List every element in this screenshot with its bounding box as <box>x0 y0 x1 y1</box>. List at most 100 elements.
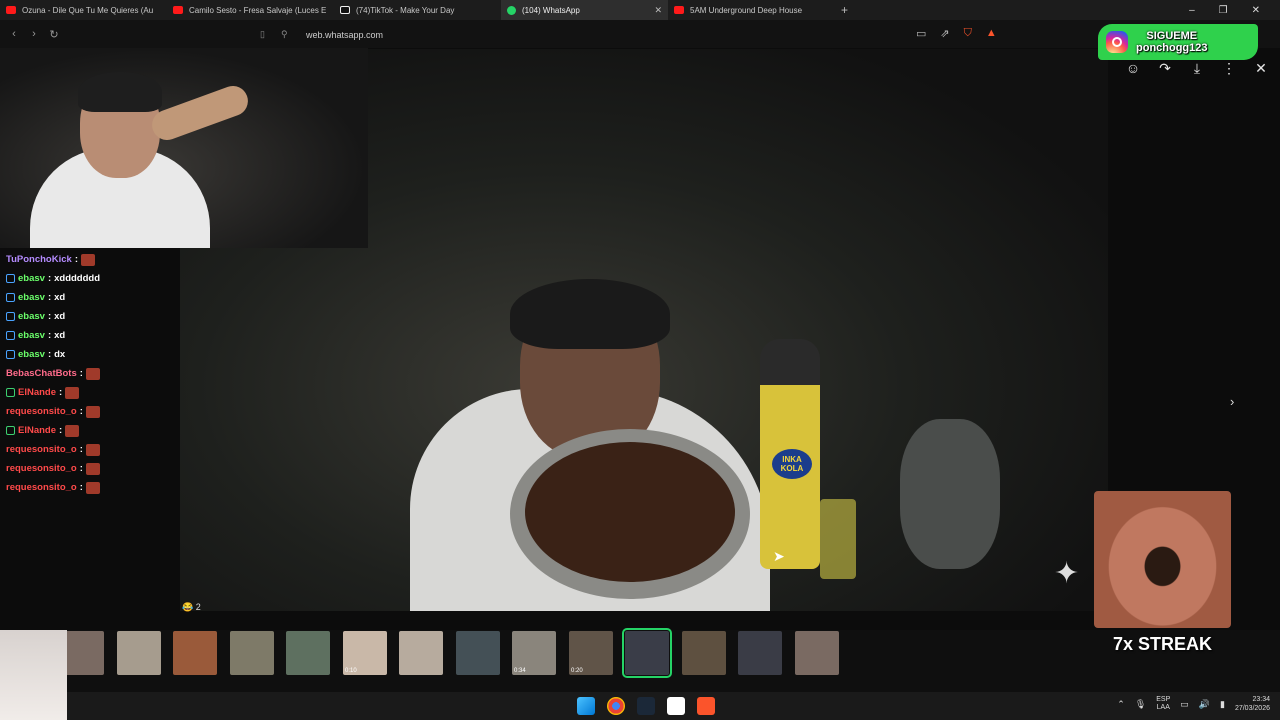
chat-message: TuPonchoKick: <box>6 250 176 269</box>
next-media-icon[interactable]: › <box>1230 394 1234 409</box>
chat-message: requesonsito_o: <box>6 440 176 459</box>
tab-title: Ozuna - Dile Que Tu Me Quieres (Au <box>22 5 154 15</box>
media-thumbnail[interactable] <box>117 631 161 675</box>
clock[interactable]: 23:34 27/03/2026 <box>1235 695 1270 713</box>
tab-close-icon[interactable]: ✕ <box>654 5 662 16</box>
browser-tab[interactable]: Ozuna - Dile Que Tu Me Quieres (Au <box>0 0 167 20</box>
chat-emote-icon <box>85 405 100 418</box>
promo-line1: SIGUEME <box>1146 30 1198 42</box>
media-thumbnail[interactable] <box>456 631 500 675</box>
close-window-button[interactable]: ✕ <box>1252 5 1260 16</box>
close-icon[interactable]: ✕ <box>1252 60 1270 77</box>
battery-icon[interactable]: ▮ <box>1220 699 1225 710</box>
forward-icon[interactable]: › <box>24 28 44 40</box>
media-thumbnail[interactable] <box>399 631 443 675</box>
media-thumbnail[interactable] <box>795 631 839 675</box>
browser-tab[interactable]: 5AM Underground Deep House <box>668 0 835 20</box>
more-options-icon[interactable]: ⋮ <box>1220 60 1238 77</box>
soda-glass <box>820 499 856 579</box>
reload-icon[interactable]: ↻ <box>44 28 64 41</box>
minimize-button[interactable]: – <box>1189 5 1195 16</box>
language-indicator[interactable]: ESP LAA <box>1156 696 1170 712</box>
chat-username: ebasv <box>18 330 45 341</box>
network-icon[interactable]: ▭ <box>1180 699 1189 710</box>
chat-badge-icon <box>6 350 15 359</box>
video-duration: 0:34 <box>514 668 526 674</box>
share-icon[interactable]: ⇗ <box>940 27 949 40</box>
download-icon[interactable]: ⤓ <box>1188 60 1206 77</box>
brave-icon[interactable] <box>697 697 715 715</box>
media-thumbnail[interactable]: 0:10 <box>343 631 387 675</box>
back-icon[interactable]: ‹ <box>4 28 24 40</box>
site-info-icon[interactable]: ⚲ <box>281 29 288 40</box>
chat-separator: : <box>79 482 83 493</box>
chat-emote-icon <box>85 367 100 380</box>
chat-emote-icon <box>65 424 80 437</box>
start-icon[interactable] <box>577 697 595 715</box>
chat-emote-icon <box>65 386 80 399</box>
chat-text: xd <box>54 330 66 341</box>
browser-tab[interactable]: Camilo Sesto - Fresa Salvaje (Luces E <box>167 0 334 20</box>
reaction-badge[interactable]: 😂 2 <box>182 602 201 613</box>
media-thumbnail[interactable] <box>738 631 782 675</box>
bottle-label: INKA KOLA <box>772 449 812 479</box>
chat-message: requesonsito_o: <box>6 459 176 478</box>
chat-username: requesonsito_o <box>6 482 77 493</box>
instagram-icon <box>1106 31 1128 53</box>
chat-emote-icon <box>85 481 100 494</box>
steam-icon[interactable] <box>637 697 655 715</box>
bookmark-icon[interactable]: ▯ <box>260 29 265 40</box>
video-duration: 0:10 <box>345 668 357 674</box>
chrome-icon[interactable] <box>607 697 625 715</box>
media-thumbnail[interactable] <box>230 631 274 675</box>
file-icon[interactable] <box>667 697 685 715</box>
media-thumbnail-strip: 0:10 0:34 0:20 <box>0 628 1280 692</box>
chat-emote-icon <box>80 253 95 266</box>
chat-username: ebasv <box>18 349 45 360</box>
chat-message: ebasv: xd <box>6 326 176 345</box>
chat-text: xddddddd <box>54 273 101 284</box>
browser-tab[interactable]: (74)TikTok - Make Your Day <box>334 0 501 20</box>
chocolate-cake <box>525 442 735 582</box>
url-field[interactable]: web.whatsapp.com <box>306 30 383 40</box>
tray-chevron-icon[interactable]: ⌃ <box>1117 699 1125 710</box>
chat-username: ebasv <box>18 292 45 303</box>
webcam-person-hair <box>78 72 162 112</box>
media-thumbnail[interactable] <box>622 628 672 678</box>
media-thumbnail[interactable] <box>173 631 217 675</box>
chat-separator: : <box>74 254 78 265</box>
microphone-icon[interactable]: 🎙 <box>1135 699 1146 710</box>
media-thumbnail[interactable]: 0:20 <box>569 631 613 675</box>
chat-message: ElNande: <box>6 421 176 440</box>
promo-handle: ponchogg123 <box>1136 42 1208 54</box>
media-thumbnail[interactable]: 0:34 <box>512 631 556 675</box>
chat-separator: : <box>47 330 52 341</box>
stream-chat: TuPonchoKick: ebasv: xddddddd ebasv: xd ebasv… <box>6 250 176 497</box>
brave-rewards-icon[interactable]: ▲ <box>986 27 997 40</box>
new-tab-button[interactable]: + <box>841 3 848 17</box>
chat-text: dx <box>54 349 66 360</box>
media-thumbnail[interactable] <box>286 631 330 675</box>
chat-badge-icon <box>6 293 15 302</box>
laughing-face-image <box>1094 491 1231 628</box>
chat-separator: : <box>47 273 52 284</box>
brave-shield-icon[interactable]: ⛉ <box>964 27 972 40</box>
forward-icon[interactable]: ↷ <box>1156 60 1174 77</box>
wedding-photo-overlay <box>0 630 67 720</box>
chat-badge-icon <box>6 331 15 340</box>
cast-icon[interactable]: ▭ <box>916 27 926 40</box>
browser-tab[interactable]: (104) WhatsApp ✕ <box>501 0 668 20</box>
restore-button[interactable]: ❐ <box>1219 5 1228 16</box>
chat-username: requesonsito_o <box>6 444 77 455</box>
window-controls: – ❐ ✕ <box>1189 0 1280 20</box>
chat-separator: : <box>47 349 52 360</box>
tiktok-icon <box>340 6 350 14</box>
youtube-icon <box>173 6 183 14</box>
media-thumbnail[interactable] <box>682 631 726 675</box>
chat-username: ebasv <box>18 273 45 284</box>
chat-message: ebasv: xd <box>6 288 176 307</box>
volume-icon[interactable]: 🔊 <box>1199 699 1210 710</box>
react-icon[interactable]: ☺ <box>1124 60 1142 77</box>
system-tray: ⌃ 🎙 ESP LAA ▭ 🔊 ▮ 23:34 27/03/2026 <box>1117 695 1270 713</box>
chat-badge-icon <box>6 274 15 283</box>
